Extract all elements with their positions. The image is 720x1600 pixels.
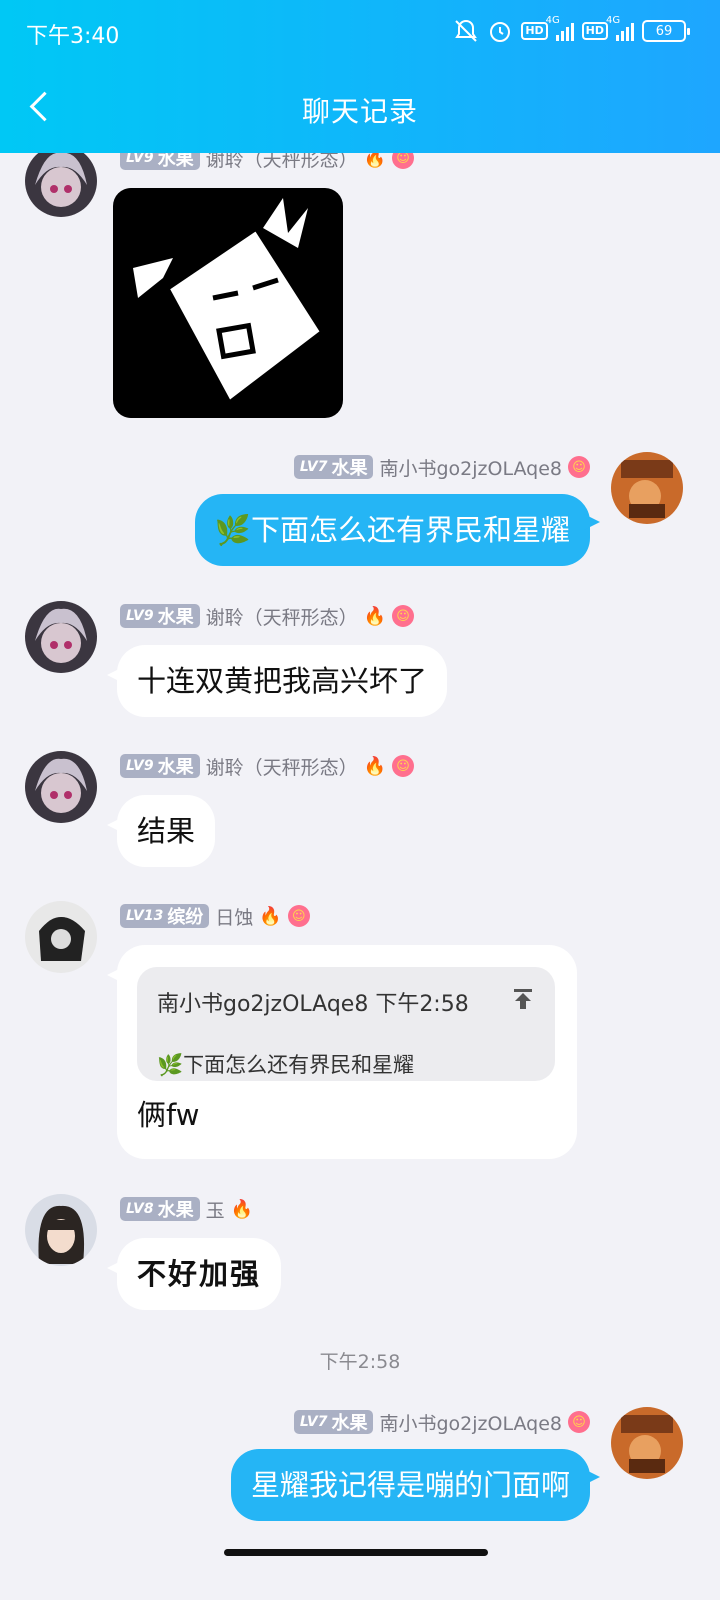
sender-name: 南小书go2jzOLAqe8 <box>379 1412 562 1435</box>
avatar[interactable] <box>611 452 683 524</box>
fire-icon: 🔥 <box>230 1198 254 1220</box>
level-badge: LV13 缤纷 <box>120 904 210 928</box>
level-badge: LV9 水果 <box>120 604 200 628</box>
sender-meta: LV9 水果 谢聆（天秤形态） 🔥 ☺ <box>120 753 415 779</box>
sender-meta: LV9 水果 谢聆（天秤形态） 🔥 ☺ <box>120 603 415 629</box>
avatar[interactable] <box>25 901 97 973</box>
signal-bars-icon: 4G <box>546 15 574 41</box>
sticker-image[interactable] <box>113 188 343 418</box>
sender-name: 谢聆（天秤形态） <box>205 606 358 629</box>
level-badge: LV7 水果 <box>293 1410 374 1434</box>
alarm-clock-icon <box>487 18 513 44</box>
message-bubble[interactable]: 十连双黄把我高兴坏了 <box>106 645 448 717</box>
level-badge: LV9 水果 <box>120 153 200 170</box>
level-badge: LV8 水果 <box>120 1197 200 1221</box>
fire-icon: 🔥 <box>259 905 282 927</box>
home-indicator[interactable] <box>224 1549 488 1556</box>
smile-flower-icon: ☺ <box>287 905 310 927</box>
fire-icon: 🔥 <box>363 153 387 169</box>
avatar[interactable] <box>25 1194 97 1266</box>
smile-flower-icon: ☺ <box>392 755 415 777</box>
fire-icon: 🔥 <box>363 605 387 627</box>
sender-meta: LV8 水果 玉 🔥 <box>120 1196 253 1222</box>
sender-name: 玉 <box>205 1199 225 1222</box>
quote-text: 下面怎么还有界民和星耀 <box>183 1053 415 1077</box>
avatar[interactable] <box>25 153 97 217</box>
app-header: 下午3:40 HD 4G HD 4G 69 聊天记录 <box>0 0 720 153</box>
fire-icon: 🔥 <box>363 755 387 777</box>
page-title: 聊天记录 <box>301 95 418 128</box>
level-badge: LV9 水果 <box>120 754 200 778</box>
message-bubble[interactable]: 🌿下面怎么还有界民和星耀 <box>194 494 601 566</box>
message-bubble[interactable]: 南小书go2jzOLAqe8 下午2:58 🌿下面怎么还有界民和星耀 俩fw <box>107 945 577 1159</box>
level-badge: LV7 水果 <box>293 455 374 479</box>
sender-meta: LV7 水果 南小书go2jzOLAqe8 ☺ <box>293 454 590 480</box>
smile-flower-icon: ☺ <box>392 153 415 169</box>
sender-meta: LV7 水果 南小书go2jzOLAqe8 ☺ <box>293 1409 590 1435</box>
sender-name: 谢聆（天秤形态） <box>205 756 358 779</box>
message-bubble[interactable]: 星耀我记得是嘣的门面啊 <box>230 1449 601 1521</box>
quoted-message[interactable]: 南小书go2jzOLAqe8 下午2:58 🌿下面怎么还有界民和星耀 <box>137 967 555 1081</box>
reply-text: 俩fw <box>137 1098 200 1132</box>
mute-bell-icon <box>453 18 479 44</box>
sender-name: 谢聆（天秤形态） <box>205 153 358 171</box>
avatar[interactable] <box>611 1407 683 1479</box>
sender-name: 南小书go2jzOLAqe8 <box>379 457 562 480</box>
avatar[interactable] <box>25 751 97 823</box>
chat-history[interactable]: LV9 水果 谢聆（天秤形态） 🔥 ☺ LV7 水果 南小书go2jzOLAqe8 … <box>0 153 720 1568</box>
status-time: 下午3:40 <box>26 24 120 49</box>
message-bubble[interactable]: 不好加强 <box>106 1238 282 1310</box>
sender-meta: LV13 缤纷 日蚀 🔥 ☺ <box>120 903 310 929</box>
status-icons: HD 4G HD 4G 69 <box>453 15 690 44</box>
sender-meta: LV9 水果 谢聆（天秤形态） 🔥 ☺ <box>120 153 415 171</box>
sender-name: 日蚀 <box>215 906 254 929</box>
jump-to-top-icon[interactable] <box>511 985 535 1025</box>
signal-bars-icon-2: 4G <box>606 15 634 41</box>
smile-flower-icon: ☺ <box>568 456 590 478</box>
quote-author-time: 南小书go2jzOLAqe8 下午2:58 <box>157 992 469 1017</box>
time-divider: 下午2:58 <box>319 1351 401 1373</box>
smile-flower-icon: ☺ <box>568 1411 590 1433</box>
hd-icon: HD <box>521 22 548 40</box>
smile-flower-icon: ☺ <box>392 605 415 627</box>
hd-icon-2: HD <box>581 22 608 40</box>
avatar[interactable] <box>25 601 97 673</box>
battery-icon: 69 <box>642 20 690 42</box>
message-bubble[interactable]: 结果 <box>106 795 216 867</box>
